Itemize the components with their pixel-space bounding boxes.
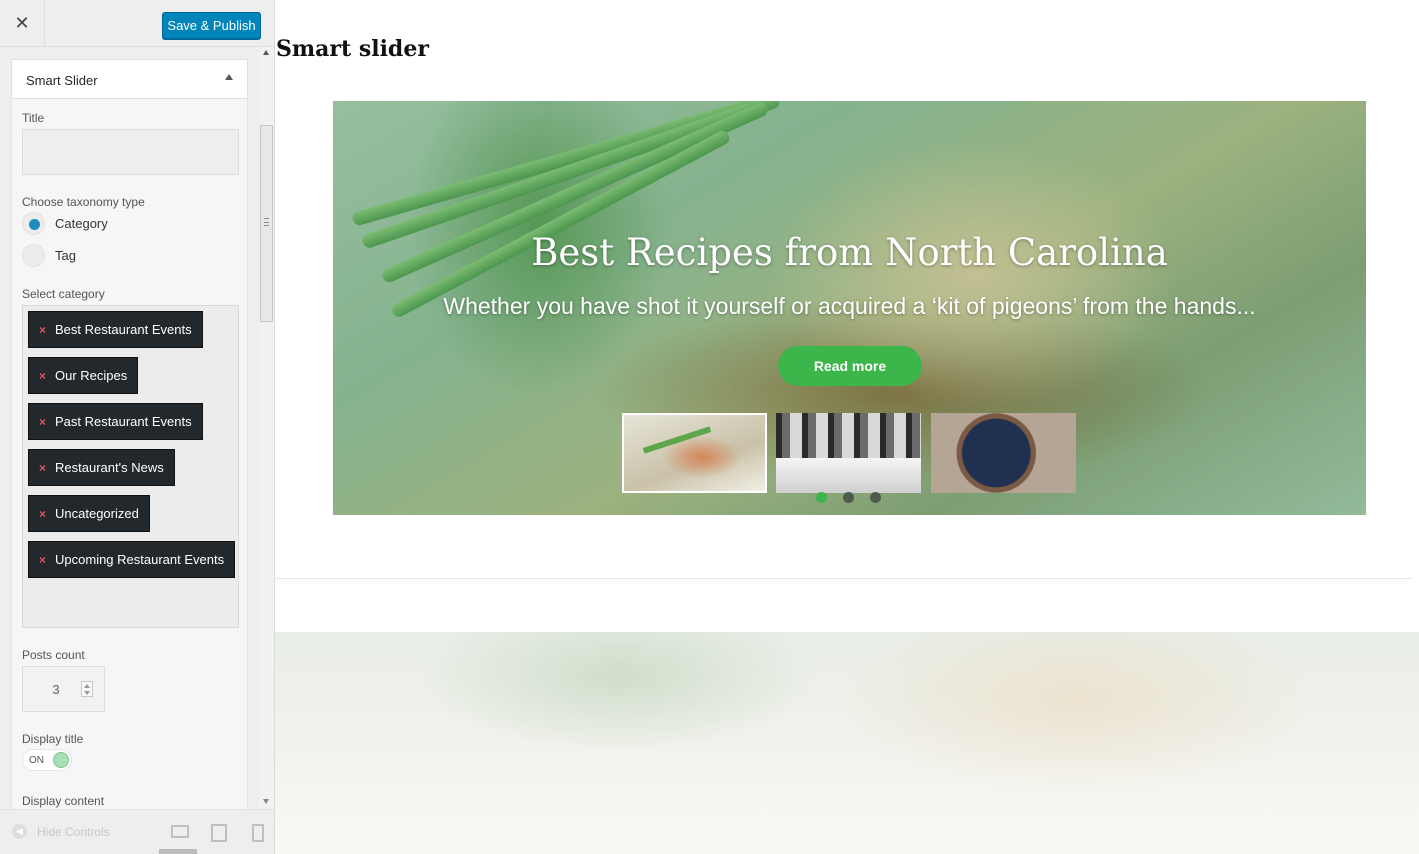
radio-category-label[interactable]: Category (55, 216, 108, 231)
radio-tag-label[interactable]: Tag (55, 248, 76, 263)
select-category-label: Select category (22, 287, 105, 301)
category-chip[interactable]: × Past Restaurant Events (28, 403, 203, 440)
slide-thumbnail[interactable] (622, 413, 767, 493)
widget-panel: Smart Slider Title Choose taxonomy type … (11, 59, 248, 819)
remove-icon[interactable]: × (39, 553, 46, 567)
category-chip[interactable]: × Uncategorized (28, 495, 150, 532)
category-chip[interactable]: × Our Recipes (28, 357, 139, 394)
radio-category[interactable] (22, 212, 45, 235)
active-device-indicator (159, 849, 197, 854)
close-icon[interactable]: ✕ (0, 0, 45, 47)
collapse-arrow-icon[interactable] (225, 74, 233, 80)
remove-icon[interactable]: × (39, 461, 46, 475)
posts-count-stepper[interactable]: 3 (22, 666, 105, 712)
widget-body: Title Choose taxonomy type Category Tag … (11, 99, 248, 819)
slider-dot[interactable] (870, 492, 881, 503)
category-chip[interactable]: × Restaurant's News (28, 449, 175, 486)
hero-background-image (275, 632, 1419, 854)
posts-count-label: Posts count (22, 648, 85, 662)
read-more-button[interactable]: Read more (778, 346, 922, 386)
category-multiselect[interactable]: × Best Restaurant Events × Our Recipes ×… (22, 305, 239, 628)
grip-icon (264, 218, 269, 226)
toggle-state: ON (29, 755, 44, 766)
slider-dot[interactable] (843, 492, 854, 503)
save-publish-button[interactable]: Save & Publish (162, 12, 261, 39)
category-chip[interactable]: × Best Restaurant Events (28, 311, 203, 348)
section-divider (275, 578, 1412, 579)
slide-excerpt: Whether you have shot it yourself or acq… (443, 293, 1256, 319)
display-title-label: Display title (22, 732, 84, 746)
slider-dot-active[interactable] (816, 492, 827, 503)
remove-icon[interactable]: × (39, 369, 46, 383)
site-preview: Smart slider Best Recipes from North Car… (275, 0, 1419, 854)
customizer-header: ✕ Save & Publish (0, 0, 274, 47)
page-title: Smart slider (276, 36, 429, 62)
remove-icon[interactable]: × (39, 323, 46, 337)
display-title-toggle[interactable]: ON (22, 749, 72, 771)
slide-thumbnail[interactable] (931, 413, 1076, 493)
customizer-footer: ◀ Hide Controls (0, 809, 274, 854)
smart-slider[interactable]: Best Recipes from North Carolina Whether… (333, 101, 1366, 515)
tablet-icon[interactable] (209, 823, 227, 842)
desktop-icon[interactable] (170, 823, 189, 839)
scrollbar-thumb[interactable] (260, 125, 273, 322)
widget-title: Smart Slider (26, 73, 98, 88)
collapse-icon[interactable]: ◀ (12, 824, 27, 839)
scroll-up-arrow-icon[interactable] (263, 50, 269, 55)
remove-icon[interactable]: × (39, 507, 46, 521)
remove-icon[interactable]: × (39, 415, 46, 429)
spinner-arrows-icon[interactable] (81, 681, 93, 697)
hide-controls-button[interactable]: Hide Controls (37, 825, 110, 839)
title-label: Title (22, 111, 45, 125)
toggle-knob[interactable] (53, 752, 69, 768)
widget-header[interactable]: Smart Slider (11, 59, 248, 99)
scroll-down-arrow-icon[interactable] (263, 799, 269, 804)
posts-count-value[interactable]: 3 (23, 682, 89, 697)
mobile-icon[interactable] (248, 823, 264, 842)
chip-label: Uncategorized (55, 506, 139, 521)
radio-tag[interactable] (22, 244, 45, 267)
category-chip[interactable]: × Upcoming Restaurant Events (28, 541, 236, 578)
chip-label: Best Restaurant Events (55, 322, 192, 337)
chip-label: Past Restaurant Events (55, 414, 192, 429)
chip-label: Restaurant's News (55, 460, 164, 475)
chip-label: Our Recipes (55, 368, 128, 383)
slide-thumbnail[interactable] (776, 413, 921, 493)
chip-label: Upcoming Restaurant Events (55, 552, 225, 567)
display-content-label: Display content (22, 794, 105, 808)
customizer-sidebar: ✕ Save & Publish Smart Slider Title Choo… (0, 0, 275, 854)
slide-title[interactable]: Best Recipes from North Carolina (333, 231, 1366, 274)
title-input[interactable] (22, 129, 239, 175)
taxonomy-label: Choose taxonomy type (22, 195, 145, 209)
